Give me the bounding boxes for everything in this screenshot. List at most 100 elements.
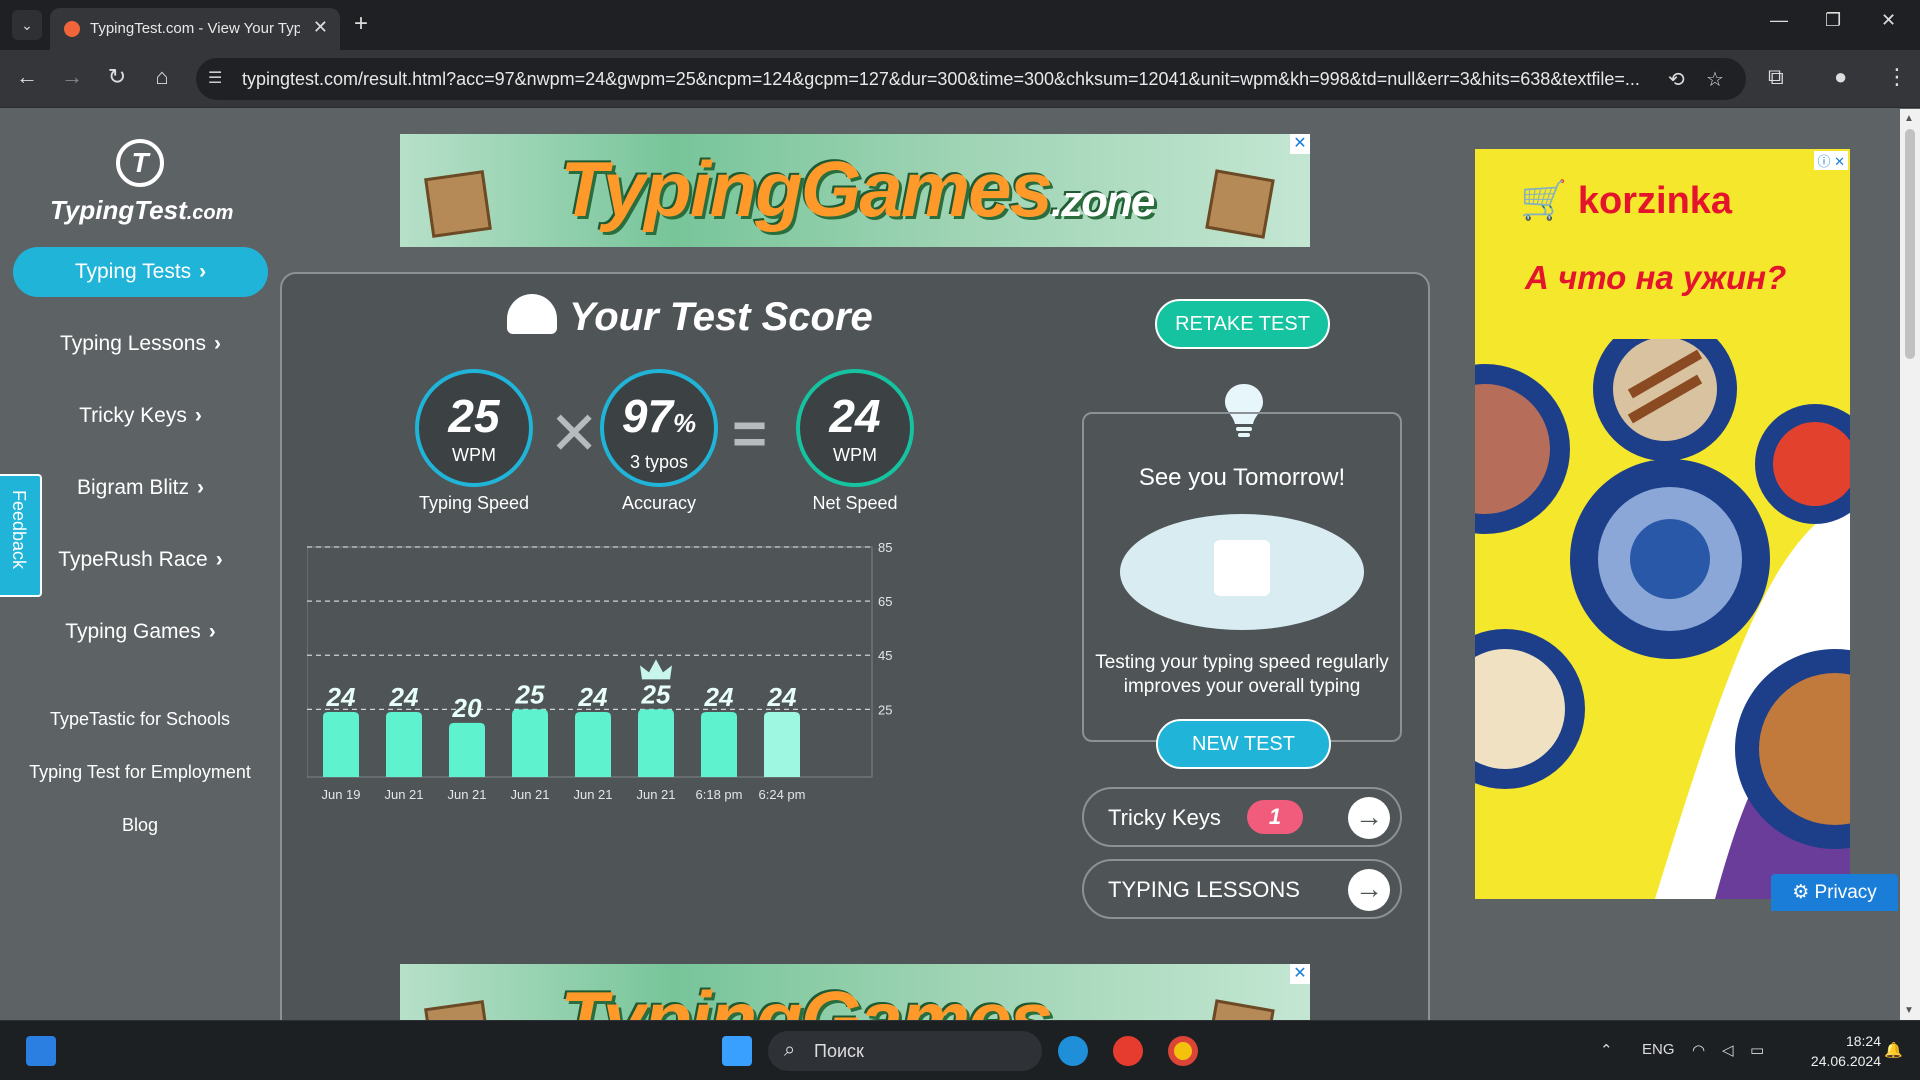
top-banner-ad[interactable]: TypingGames.zone ✕ <box>400 134 1310 247</box>
link-typetastic-schools[interactable]: TypeTastic for Schools <box>0 709 280 730</box>
restore-icon[interactable]: ❐ <box>1825 10 1841 31</box>
chart-bar <box>323 712 359 777</box>
x-tick-label: Jun 21 <box>447 787 486 802</box>
extensions-icon[interactable]: ⧉ <box>1768 64 1784 90</box>
bottom-banner-ad[interactable]: TypingGames.zone ✕ <box>400 964 1310 1020</box>
edge-icon[interactable] <box>1058 1036 1088 1066</box>
volume-muted-icon[interactable]: ◁ <box>1722 1041 1734 1059</box>
side-ad[interactable]: ⓘ ✕ 🛒 korzinka А что на ужин? <box>1475 149 1850 899</box>
sidebar-item-label: Bigram Blitz <box>76 476 190 499</box>
chart-bar <box>449 722 485 777</box>
reload-icon[interactable]: ↻ <box>102 64 132 90</box>
chevron-right-icon: › <box>199 260 207 283</box>
site-info-icon[interactable]: ☰ <box>208 68 230 90</box>
sidebar-item-typing-tests[interactable]: Typing Tests › <box>13 247 268 297</box>
y-tick-label: 65 <box>878 594 892 609</box>
stat-circle: 24 WPM <box>796 369 914 487</box>
stat-circle: 97% 3 typos <box>600 369 718 487</box>
ad-info-close-icon[interactable]: ⓘ ✕ <box>1814 151 1848 170</box>
crown-icon <box>640 659 672 680</box>
y-tick-label: 45 <box>878 648 892 663</box>
sidebar-item-typerush-race[interactable]: TypeRush Race › <box>13 535 268 585</box>
tricky-keys-button[interactable]: Tricky Keys 1 → <box>1082 787 1402 847</box>
new-test-button[interactable]: NEW TEST <box>1156 719 1331 769</box>
tricky-keys-count-badge: 1 <box>1247 800 1303 834</box>
tab-search-chevron-icon[interactable]: ⌄ <box>12 10 42 40</box>
profile-icon[interactable]: ● <box>1834 64 1847 90</box>
back-arrow-icon[interactable]: ← <box>12 64 42 90</box>
sidebar-item-typing-games[interactable]: Typing Games › <box>13 607 268 657</box>
tomorrow-panel: See you Tomorrow! Testing your typing sp… <box>1082 412 1402 769</box>
arrow-right-icon: → <box>1348 797 1390 839</box>
site-favicon-icon <box>64 21 80 37</box>
windows-taskbar: ⌕ Поиск ⌃ ENG ◠ ◁ ▭ 18:24 24.06.2024 🔔 <box>0 1020 1920 1080</box>
tab-close-icon[interactable]: ✕ <box>313 17 328 38</box>
y-tick-label: 25 <box>878 702 892 717</box>
net-speed-stat: 24 WPM Net Speed <box>795 369 915 514</box>
ad-close-icon[interactable]: ✕ <box>1290 134 1310 154</box>
wifi-icon[interactable]: ◠ <box>1692 1041 1705 1059</box>
sidebar-item-tricky-keys[interactable]: Tricky Keys › <box>13 391 268 441</box>
search-icon: ⌕ <box>784 1039 796 1061</box>
taskbar-clock[interactable]: 18:24 24.06.2024 <box>1785 1031 1881 1071</box>
stat-label: Accuracy <box>621 493 697 513</box>
page-scrollbar[interactable]: ▲ ▼ <box>1900 109 1920 1020</box>
chart-bar <box>512 709 548 777</box>
page-title: Your Test Score <box>507 294 873 340</box>
scroll-thumb[interactable] <box>1905 129 1915 359</box>
privacy-button[interactable]: ⚙ Privacy <box>1771 874 1898 911</box>
food-plates-image <box>1475 339 1850 899</box>
typing-lessons-button[interactable]: TYPING LESSONS → <box>1082 859 1402 919</box>
minimize-icon[interactable]: — <box>1770 10 1788 31</box>
url-text[interactable]: typingtest.com/result.html?acc=97&nwpm=2… <box>242 69 1642 90</box>
sidebar-item-label: Tricky Keys <box>79 404 187 427</box>
yandex-icon[interactable] <box>1113 1036 1143 1066</box>
new-tab-plus-icon[interactable]: + <box>354 10 368 38</box>
taskbar-search[interactable]: ⌕ Поиск <box>768 1031 1042 1071</box>
forward-arrow-icon[interactable]: → <box>57 64 87 90</box>
sidebar-item-bigram-blitz[interactable]: Bigram Blitz › <box>13 463 268 513</box>
browser-tab[interactable]: TypingTest.com - View Your Typ ✕ <box>50 8 340 50</box>
link-blog[interactable]: Blog <box>0 815 280 836</box>
battery-icon[interactable]: ▭ <box>1750 1041 1764 1059</box>
crate-icon <box>1205 999 1275 1020</box>
crate-icon <box>424 170 492 238</box>
bookmark-star-icon[interactable]: ☆ <box>1706 67 1724 92</box>
chart-bar <box>764 712 800 777</box>
sidebar-item-label: TypeRush Race <box>58 548 208 571</box>
sidebar-item-label: Typing Games <box>65 620 201 643</box>
x-tick-label: Jun 21 <box>573 787 612 802</box>
feedback-tab[interactable]: Feedback <box>0 474 42 597</box>
language-indicator[interactable]: ENG <box>1642 1041 1675 1058</box>
x-tick-label: Jun 21 <box>384 787 423 802</box>
site-logo[interactable]: T TypingTest.com <box>50 139 233 226</box>
ad-close-icon[interactable]: ✕ <box>1290 964 1310 984</box>
start-windows-icon[interactable] <box>722 1036 752 1066</box>
chevron-right-icon: › <box>197 476 205 499</box>
stat-unit: WPM <box>452 445 496 465</box>
close-window-icon[interactable]: ✕ <box>1881 10 1896 31</box>
chart-bar <box>386 712 422 777</box>
retake-test-button[interactable]: RETAKE TEST <box>1155 299 1330 349</box>
bar-value-label: 24 <box>704 682 734 712</box>
chrome-icon[interactable] <box>1168 1036 1198 1066</box>
bar-value-label: 24 <box>326 682 356 712</box>
stat-circle: 25 WPM <box>415 369 533 487</box>
bar-value-label: 24 <box>389 682 419 712</box>
bar-value-label: 25 <box>641 679 671 709</box>
menu-kebab-icon[interactable]: ⋮ <box>1886 64 1908 90</box>
notifications-bell-icon[interactable]: 🔔 <box>1884 1041 1903 1059</box>
link-employment[interactable]: Typing Test for Employment <box>0 762 280 783</box>
widgets-icon[interactable] <box>26 1036 56 1066</box>
tray-chevron-up-icon[interactable]: ⌃ <box>1600 1041 1613 1059</box>
sidebar-item-label: Typing Lessons <box>60 332 206 355</box>
multiply-icon: ✕ <box>549 400 600 467</box>
sidebar-item-typing-lessons[interactable]: Typing Lessons › <box>13 319 268 369</box>
scroll-down-icon[interactable]: ▼ <box>1904 1005 1914 1016</box>
translate-icon[interactable]: ⟲ <box>1668 67 1685 92</box>
scroll-up-icon[interactable]: ▲ <box>1904 113 1914 124</box>
speedometer-icon <box>507 294 557 334</box>
address-bar[interactable]: ☰ typingtest.com/result.html?acc=97&nwpm… <box>196 58 1746 100</box>
home-icon[interactable]: ⌂ <box>147 64 177 90</box>
stat-unit: WPM <box>833 445 877 465</box>
